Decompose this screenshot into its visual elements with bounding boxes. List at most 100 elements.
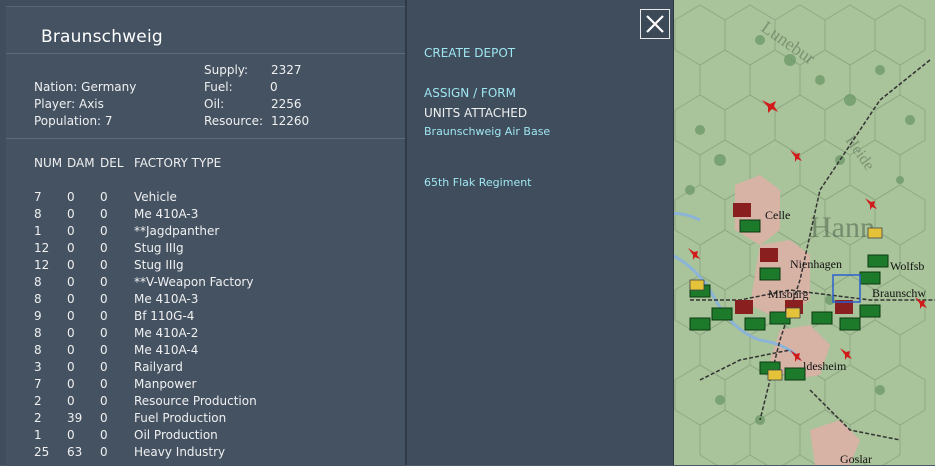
map-label-celle: Celle	[765, 208, 790, 222]
resource-label: Resource:	[204, 114, 264, 128]
unit-icon[interactable]	[689, 317, 711, 331]
cell-del: 0	[100, 428, 108, 442]
map-region-label: Hann	[810, 211, 875, 244]
city-title: Braunschweig	[41, 27, 163, 47]
cell-type: Vehicle	[134, 190, 177, 204]
city-info-panel: Braunschweig Nation: Germany Player: Axi…	[0, 0, 674, 466]
cell-del: 0	[100, 309, 108, 323]
cell-dam: 0	[67, 360, 75, 374]
close-button[interactable]	[640, 9, 670, 39]
cell-num: 9	[34, 309, 42, 323]
table-row: 3 0 0 Railyard	[0, 360, 400, 377]
factory-icon[interactable]	[760, 248, 778, 262]
cell-dam: 0	[67, 326, 75, 340]
cell-dam: 0	[67, 190, 75, 204]
table-row: 7 0 0 Manpower	[0, 377, 400, 394]
map-label-goslar: Goslar	[840, 452, 872, 465]
table-row: 12 0 0 Stug IIIg	[0, 241, 400, 258]
unit-icon[interactable]	[784, 367, 806, 381]
table-row: 8 0 0 Me 410A-3	[0, 292, 400, 309]
cell-num: 2	[34, 394, 42, 408]
unit-icon[interactable]	[744, 317, 766, 331]
cell-del: 0	[100, 241, 108, 255]
supply-value: 2327	[271, 63, 302, 77]
info-rule	[6, 138, 405, 139]
unit-icon[interactable]	[859, 304, 881, 318]
table-row: 2 39 0 Fuel Production	[0, 411, 400, 428]
assign-form-button[interactable]: ASSIGN / FORM	[424, 86, 516, 100]
population-label: Population: 7	[34, 114, 113, 128]
cell-type: Me 410A-3	[134, 207, 199, 221]
cell-del: 0	[100, 377, 108, 391]
units-attached-label: UNITS ATTACHED	[424, 106, 528, 120]
cell-del: 0	[100, 343, 108, 357]
cell-num: 8	[34, 343, 42, 357]
cell-dam: 0	[67, 224, 75, 238]
cell-del: 0	[100, 190, 108, 204]
unit-icon[interactable]	[859, 271, 881, 285]
map-label-hildesheim: ldesheim	[803, 359, 847, 373]
cell-del: 0	[100, 258, 108, 272]
table-row: 8 0 0 Me 410A-3	[0, 207, 400, 224]
unit-icon[interactable]	[811, 311, 833, 325]
unit-icon[interactable]	[759, 267, 781, 281]
cell-num: 1	[34, 428, 42, 442]
cell-del: 0	[100, 411, 108, 425]
depot-icon[interactable]	[785, 307, 801, 319]
table-row: 2 0 0 Resource Production	[0, 394, 400, 411]
cell-type: Stug IIIg	[134, 258, 184, 272]
cell-num: 8	[34, 275, 42, 289]
factory-icon[interactable]	[735, 300, 753, 314]
cell-dam: 0	[67, 292, 75, 306]
depot-icon[interactable]	[689, 279, 705, 291]
cell-num: 7	[34, 190, 42, 204]
cell-type: Me 410A-3	[134, 292, 199, 306]
cell-type: Me 410A-4	[134, 343, 199, 357]
factory-icon[interactable]	[733, 203, 751, 217]
cell-del: 0	[100, 224, 108, 238]
col-header-factory-type: FACTORY TYPE	[134, 156, 222, 170]
cell-type: Fuel Production	[134, 411, 227, 425]
unit-icon[interactable]	[739, 219, 761, 233]
attached-unit-flak-regiment[interactable]: 65th Flak Regiment	[424, 176, 532, 189]
cell-num: 7	[34, 377, 42, 391]
oil-label: Oil:	[204, 97, 225, 111]
cell-num: 12	[34, 258, 50, 272]
depot-icon[interactable]	[867, 227, 883, 239]
table-row: 8 0 0 Me 410A-2	[0, 326, 400, 343]
table-row: 9 0 0 Bf 110G-4	[0, 309, 400, 326]
cell-dam: 0	[67, 275, 75, 289]
cell-dam: 0	[67, 428, 75, 442]
table-row: 12 0 0 Stug IIIg	[0, 258, 400, 275]
title-rule	[6, 53, 405, 54]
fuel-value: 0	[270, 80, 278, 94]
cell-type: **Jagdpanther	[134, 224, 220, 238]
table-row: 1 0 0 Oil Production	[0, 428, 400, 445]
col-header-del: DEL	[100, 156, 124, 170]
cell-type: Stug IIIg	[134, 241, 184, 255]
cell-dam: 0	[67, 377, 75, 391]
attached-unit-air-base[interactable]: Braunschweig Air Base	[424, 125, 550, 138]
col-header-num: NUM	[34, 156, 63, 170]
nation-label: Nation: Germany	[34, 80, 137, 94]
unit-icon[interactable]	[711, 307, 733, 321]
cell-del: 0	[100, 326, 108, 340]
table-row: 8 0 0 Me 410A-4	[0, 343, 400, 360]
cell-dam: 0	[67, 207, 75, 221]
cell-dam: 0	[67, 241, 75, 255]
unit-icon[interactable]	[867, 254, 889, 268]
cell-num: 8	[34, 326, 42, 340]
cell-num: 25	[34, 445, 50, 459]
cell-num: 3	[34, 360, 42, 374]
oil-value: 2256	[271, 97, 302, 111]
fuel-label: Fuel:	[204, 80, 233, 94]
cell-dam: 0	[67, 309, 75, 323]
map-label-wolfsburg: Wolfsb	[890, 259, 924, 273]
depot-icon[interactable]	[767, 369, 783, 381]
unit-icon[interactable]	[839, 317, 861, 331]
cell-del: 0	[100, 360, 108, 374]
create-depot-button[interactable]: CREATE DEPOT	[424, 46, 515, 60]
cell-type: Resource Production	[134, 394, 257, 408]
resource-value: 12260	[271, 114, 310, 128]
close-icon	[646, 15, 664, 33]
